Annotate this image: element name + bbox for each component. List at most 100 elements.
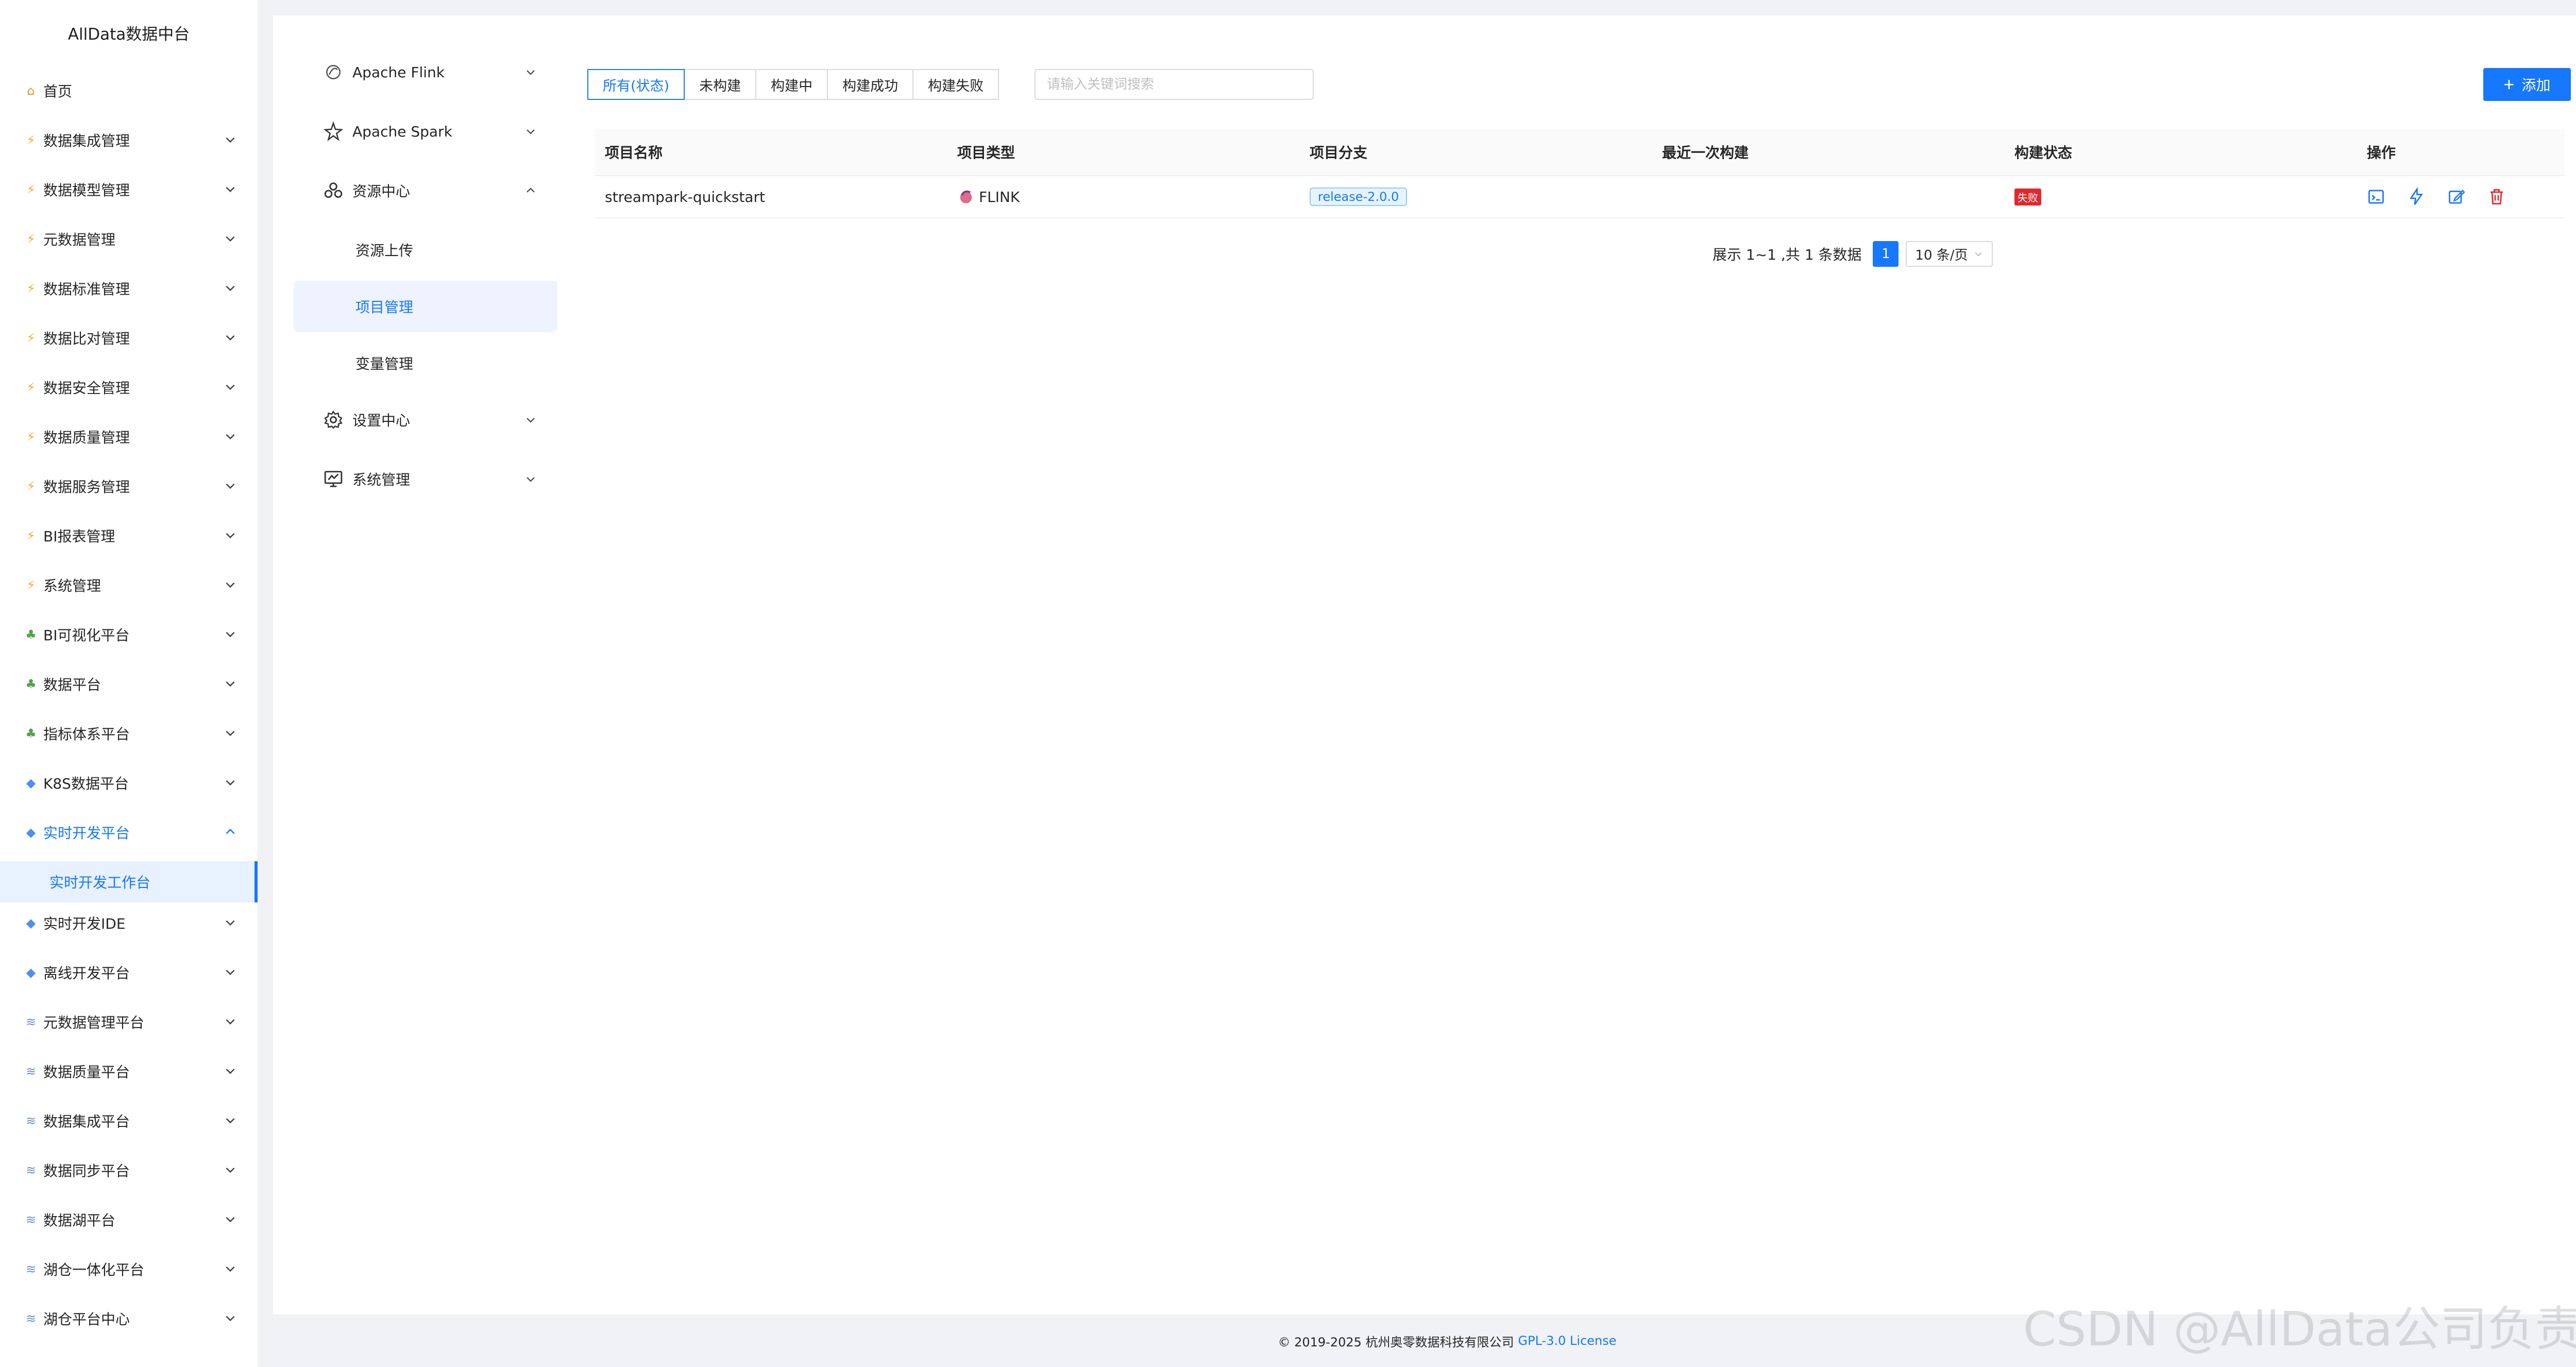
chevron-down-icon (226, 631, 235, 638)
flink-squirrel-icon (960, 190, 972, 203)
filter-build-success[interactable]: 构建成功 (827, 69, 914, 100)
chevron-down-icon (226, 780, 235, 786)
filter-building[interactable]: 构建中 (755, 69, 828, 100)
chevron-up-icon (226, 828, 235, 834)
sidebar-item-label: 元数据管理平台 (43, 1014, 145, 1031)
cluster-icon (324, 182, 343, 198)
monitor-icon (324, 471, 343, 487)
view-log-icon[interactable] (2367, 187, 2385, 206)
column-header: 项目名称 (605, 144, 663, 161)
bolt-icon: ⚡ (26, 182, 36, 197)
chevron-down-icon (226, 1068, 235, 1074)
database-icon: ≋ (25, 1015, 37, 1029)
page-size-select[interactable]: 10 条/页 (1906, 241, 1993, 267)
search-input[interactable] (1035, 69, 1314, 100)
sidebar-item[interactable]: ◆ 离线开发平台 (0, 948, 258, 997)
branch-tag: release-2.0.0 (1310, 187, 1408, 206)
menu-label: 项目管理 (355, 299, 414, 316)
sidebar-item-label: 数据集成平台 (43, 1113, 130, 1130)
bolt-icon: ⚡ (26, 479, 36, 493)
sidebar-item-label: 数据湖平台 (43, 1212, 116, 1229)
menu-apache-flink[interactable]: Apache Flink (294, 46, 557, 98)
menu-resource-center[interactable]: 资源中心 (294, 165, 557, 216)
project-type: FLINK (979, 188, 1020, 206)
brand-title: AllData数据中台 (67, 25, 190, 44)
sidebar-item[interactable]: ≋ 元数据管理平台 (0, 997, 258, 1047)
bolt-icon: ⚡ (26, 281, 36, 296)
sidebar-item[interactable]: ⚡ 数据质量管理 (0, 412, 258, 462)
license-link[interactable]: GPL-3.0 License (1518, 1334, 1617, 1348)
menu-label: 资源上传 (355, 242, 414, 259)
sidebar-item[interactable]: ≋ 数据湖平台 (0, 1195, 258, 1244)
sidebar-item-label: 数据比对管理 (43, 330, 130, 347)
menu-system-management[interactable]: 系统管理 (294, 453, 557, 505)
sidebar-item-label: BI报表管理 (43, 528, 115, 545)
menu-label: 资源中心 (352, 183, 411, 200)
sidebar-subitem-label: 实时开发工作台 (49, 874, 151, 891)
sidebar-item[interactable]: ⚡ 数据标准管理 (0, 264, 258, 313)
filter-build-failed[interactable]: 构建失败 (912, 69, 999, 100)
chevron-down-icon (226, 582, 235, 588)
sidebar-item[interactable]: ♣ 指标体系平台 (0, 709, 258, 758)
sidebar-item[interactable]: ⚡ 数据集成管理 (0, 115, 258, 165)
filter-all[interactable]: 所有(状态) (587, 69, 685, 100)
chevron-down-icon (226, 969, 235, 976)
sidebar-item-label: 湖仓一体化平台 (43, 1261, 145, 1278)
sidebar-item[interactable]: ≋ 湖仓一体化平台 (0, 1244, 258, 1294)
table-header: 项目名称 项目类型 项目分支 最近一次构建 构建状态 操作 (595, 129, 2565, 176)
sidebar-item[interactable]: ⚡ BI报表管理 (0, 511, 258, 560)
page-1-button[interactable]: 1 (1873, 241, 1899, 267)
chevron-down-icon (1974, 252, 1982, 257)
sidebar-item[interactable]: ♣ BI可视化平台 (0, 610, 258, 659)
chevron-down-icon (226, 681, 235, 687)
sidebar: AllData数据中台 ⌂ 首页 ⚡ 数据集成管理 ⚡ 数据模型管理 ⚡ 元数据管理 ⚡ 数据… (0, 0, 258, 1367)
chevron-down-icon (226, 1315, 235, 1322)
leaf-icon: ♣ (25, 627, 37, 642)
sidebar-item[interactable]: ⚡ 数据服务管理 (0, 462, 258, 511)
chevron-down-icon (226, 1019, 235, 1025)
sidebar-item-label: 数据安全管理 (43, 380, 130, 397)
sidebar-item[interactable]: ≋ 湖仓平台中心 (0, 1294, 258, 1343)
sidebar-item[interactable]: ⚡ 数据模型管理 (0, 165, 258, 214)
sidebar-item[interactable]: ≋ 数据集成平台 (0, 1096, 258, 1146)
menu-variable-management[interactable]: 变量管理 (294, 337, 557, 389)
edit-icon[interactable] (2447, 187, 2466, 206)
sidebar-item[interactable]: ◆ K8S数据平台 (0, 758, 258, 808)
column-header: 操作 (2367, 144, 2396, 161)
filter-not-built[interactable]: 未构建 (684, 69, 757, 100)
sidebar-item[interactable]: ⚡ 元数据管理 (0, 214, 258, 264)
sidebar-item[interactable]: ◆ 实时开发IDE (0, 898, 258, 948)
gem-icon: ◆ (26, 776, 36, 790)
database-icon: ≋ (25, 1114, 37, 1128)
sidebar-item[interactable]: ≋ 数据质量平台 (0, 1047, 258, 1096)
actions-cell (2357, 187, 2565, 206)
menu-project-management[interactable]: 项目管理 (294, 281, 557, 332)
status-filter-group: 所有(状态) 未构建 构建中 构建成功 构建失败 (587, 69, 999, 100)
menu-label: Apache Spark (352, 123, 452, 140)
sidebar-item[interactable]: ◆ 实时开发平台 (0, 808, 258, 857)
pagination: 展示 1~1 ,共 1 条数据 1 10 条/页 (1713, 241, 1993, 267)
build-icon[interactable] (2407, 187, 2426, 206)
sidebar-item-label: 元数据管理 (43, 231, 116, 248)
sidebar-item-label: 数据服务管理 (43, 479, 130, 495)
chevron-down-icon (226, 1266, 235, 1272)
sidebar-item[interactable]: ⚡ 系统管理 (0, 560, 258, 610)
project-table: 项目名称 项目类型 项目分支 最近一次构建 构建状态 操作 streampark… (595, 129, 2565, 218)
delete-icon[interactable] (2487, 187, 2506, 206)
sidebar-item-home[interactable]: ⌂ 首页 (0, 66, 258, 115)
column-header: 项目分支 (1310, 144, 1368, 161)
database-icon: ≋ (25, 1064, 37, 1079)
menu-settings-center[interactable]: 设置中心 (294, 394, 557, 446)
sidebar-item[interactable]: ⚡ 数据安全管理 (0, 363, 258, 412)
sidebar-item[interactable]: ♣ 数据平台 (0, 659, 258, 709)
menu-apache-spark[interactable]: Apache Spark (294, 106, 557, 157)
menu-resource-upload[interactable]: 资源上传 (294, 224, 557, 276)
add-button[interactable]: + 添加 (2483, 68, 2571, 101)
sidebar-subitem-realtime-workbench[interactable]: 实时开发工作台 (0, 861, 258, 902)
sidebar-item-label: 湖仓平台中心 (43, 1311, 130, 1328)
build-status-cell: 失败 (2004, 188, 2357, 206)
sidebar-item-label: 数据标准管理 (43, 281, 130, 298)
sidebar-item-label: 数据质量管理 (43, 429, 130, 446)
sidebar-item[interactable]: ⚡ 数据比对管理 (0, 313, 258, 363)
sidebar-item[interactable]: ≋ 数据同步平台 (0, 1146, 258, 1195)
